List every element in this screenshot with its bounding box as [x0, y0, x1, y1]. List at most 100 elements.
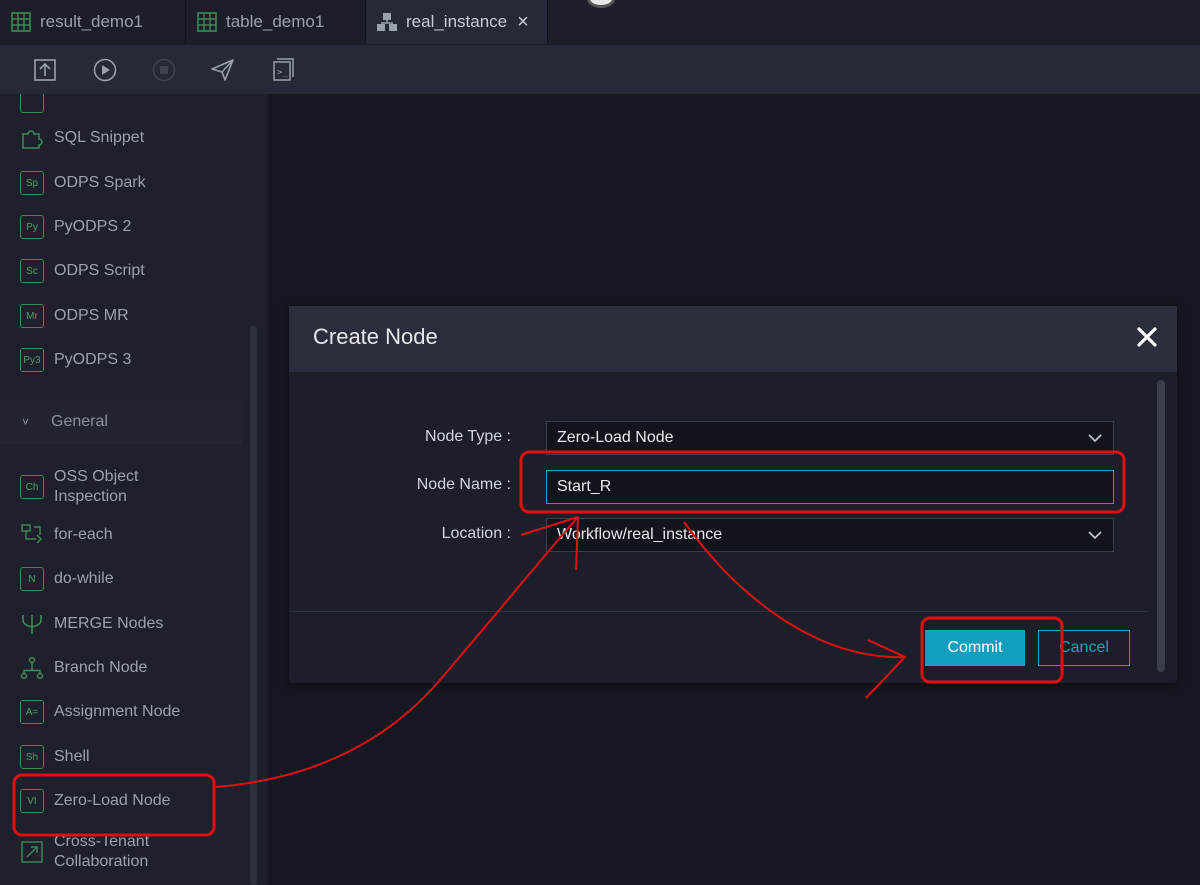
- deploy-button[interactable]: [210, 57, 236, 83]
- python-badge-icon: Py: [20, 215, 44, 239]
- sidebar-item-label: Zero-Load Node: [54, 792, 171, 809]
- table-icon: [196, 11, 218, 33]
- sidebar-item-cross-tenant-collaboration[interactable]: Cross-Tenant Collaboration: [20, 831, 149, 873]
- submit-button[interactable]: [32, 57, 58, 83]
- stop-button[interactable]: [151, 57, 177, 83]
- badge-icon: [20, 94, 44, 113]
- sidebar-item-label: OSS Object Inspection: [54, 467, 138, 507]
- sidebar-item-merge-nodes[interactable]: MERGE Nodes: [20, 607, 163, 641]
- label-line-2: Collaboration: [54, 853, 149, 870]
- sidebar-group-label: General: [51, 413, 108, 430]
- submit-icon: [34, 59, 56, 81]
- tab-table-demo1[interactable]: table_demo1: [186, 0, 366, 44]
- sidebar-item-label: Cross-Tenant Collaboration: [54, 832, 149, 872]
- check-badge-icon: Ch: [20, 475, 44, 499]
- sidebar-item-zero-load-node[interactable]: VI Zero-Load Node: [20, 784, 171, 818]
- sidebar-scrollbar[interactable]: [250, 326, 257, 885]
- node-name-label: Node Name :: [416, 476, 511, 493]
- code-button[interactable]: >_: [270, 57, 296, 83]
- location-label: Location :: [441, 525, 511, 542]
- python3-badge-icon: Py3: [20, 348, 44, 372]
- sidebar-item-label: do-while: [54, 570, 114, 587]
- dialog-title: Create Node: [313, 324, 438, 349]
- sidebar-item-label: SQL Snippet: [54, 129, 145, 146]
- assignment-badge-icon: A=: [20, 700, 44, 724]
- table-icon: [10, 11, 32, 33]
- node-name-value: Start_R: [557, 478, 612, 495]
- close-icon[interactable]: [1134, 324, 1160, 350]
- dialog-divider: [289, 611, 1149, 612]
- sidebar-group-general[interactable]: ˅ General: [0, 400, 242, 444]
- run-button[interactable]: [92, 57, 118, 83]
- node-type-value: Zero-Load Node: [557, 429, 674, 446]
- sidebar-item-label: ODPS Spark: [54, 174, 146, 191]
- chevron-down-icon: [1088, 531, 1102, 540]
- sidebar-item-oss-object-inspection[interactable]: Ch OSS Object Inspection: [20, 466, 138, 508]
- shell-badge-icon: Sh: [20, 745, 44, 769]
- tab-result-demo1[interactable]: result_demo1: [0, 0, 186, 44]
- sidebar-item-branch-node[interactable]: Branch Node: [20, 651, 147, 685]
- tab-bar: result_demo1 table_demo1 real_instance ×: [0, 0, 1200, 44]
- sidebar-item-do-while[interactable]: N do-while: [20, 562, 114, 596]
- label-line-1: OSS Object: [54, 468, 139, 485]
- screenshot-root: result_demo1 table_demo1 real_instance ×: [0, 0, 1200, 885]
- sidebar-item-odps-script[interactable]: Sc ODPS Script: [20, 254, 145, 288]
- chevron-down-icon: ˅: [22, 415, 30, 429]
- dialog-scrollbar[interactable]: [1157, 380, 1165, 672]
- svg-text:>_: >_: [277, 68, 288, 78]
- stop-icon: [152, 58, 176, 82]
- do-while-badge-icon: N: [20, 567, 44, 591]
- puzzle-icon: [20, 126, 44, 150]
- tab-label: result_demo1: [40, 12, 144, 31]
- node-palette-sidebar: SQL Snippet Sp ODPS Spark Py PyODPS 2 Sc…: [0, 94, 268, 885]
- run-icon: [93, 58, 117, 82]
- location-select[interactable]: Workflow/real_instance: [546, 518, 1114, 552]
- sidebar-item-label: for-each: [54, 526, 113, 543]
- sidebar-item-label: Assignment Node: [54, 703, 181, 720]
- deploy-icon: [211, 59, 234, 81]
- script-badge-icon: Sc: [20, 259, 44, 283]
- label-line-2: Inspection: [54, 488, 127, 505]
- tab-label: table_demo1: [226, 12, 325, 31]
- sidebar-item-pyodps2[interactable]: Py PyODPS 2: [20, 210, 131, 244]
- mr-badge-icon: Mr: [20, 304, 44, 328]
- tab-real-instance[interactable]: real_instance ×: [366, 0, 548, 44]
- loop-icon: [20, 523, 44, 547]
- commit-button[interactable]: Commit: [925, 630, 1025, 666]
- sidebar-item-pyodps3[interactable]: Py3 PyODPS 3: [20, 343, 131, 377]
- dialog-header: Create Node: [289, 306, 1177, 372]
- sidebar-item-odps-spark[interactable]: Sp ODPS Spark: [20, 166, 146, 200]
- sidebar-item-shell[interactable]: Sh Shell: [20, 740, 90, 774]
- tab-label: real_instance: [406, 12, 508, 31]
- cursor-icon: [587, 0, 615, 8]
- code-icon: >_: [273, 58, 294, 81]
- sidebar-item-label: PyODPS 2: [54, 218, 132, 235]
- workflow-icon: [376, 11, 398, 33]
- sidebar-item-assignment-node[interactable]: A= Assignment Node: [20, 695, 180, 729]
- tab-close-icon[interactable]: ×: [517, 11, 529, 34]
- sidebar-item-label: PyODPS 3: [54, 351, 132, 368]
- node-type-select[interactable]: Zero-Load Node: [546, 421, 1114, 455]
- branch-icon: [20, 656, 44, 680]
- cross-tenant-icon: [20, 840, 44, 864]
- node-type-label: Node Type :: [425, 428, 511, 445]
- node-name-input[interactable]: Start_R: [546, 470, 1114, 504]
- label-line-1: Cross-Tenant: [54, 833, 150, 850]
- location-value: Workflow/real_instance: [557, 526, 723, 543]
- sidebar-item-for-each[interactable]: for-each: [20, 518, 113, 552]
- toolbar: >_: [0, 44, 1200, 94]
- sidebar-item-label: MERGE Nodes: [54, 615, 164, 632]
- spark-badge-icon: Sp: [20, 171, 44, 195]
- virtual-node-badge-icon: VI: [20, 789, 44, 813]
- sidebar-item-partial: [20, 94, 54, 118]
- sidebar-item-label: ODPS MR: [54, 307, 129, 324]
- sidebar-item-label: Branch Node: [54, 659, 148, 676]
- sidebar-item-sql-snippet[interactable]: SQL Snippet: [20, 121, 144, 155]
- sidebar-item-odps-mr[interactable]: Mr ODPS MR: [20, 299, 129, 333]
- merge-icon: [20, 612, 44, 636]
- sidebar-item-label: ODPS Script: [54, 262, 145, 279]
- chevron-down-icon: [1088, 434, 1102, 443]
- sidebar-item-label: Shell: [54, 748, 90, 765]
- create-node-dialog: Create Node Node Type : Zero-Load Node N…: [289, 306, 1177, 683]
- cancel-button[interactable]: Cancel: [1038, 630, 1130, 666]
